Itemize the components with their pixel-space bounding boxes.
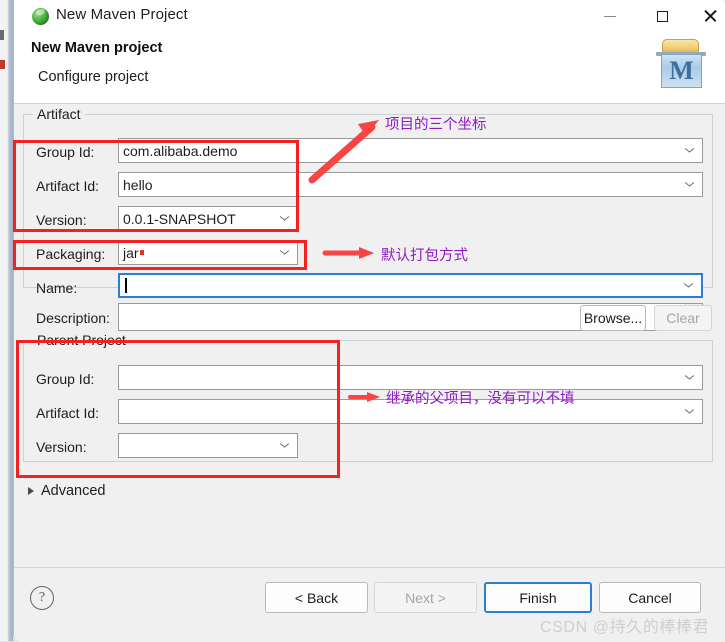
maximize-button[interactable]: [639, 0, 685, 32]
artifact-description-label: Description:: [36, 310, 110, 326]
window-title: New Maven Project: [56, 6, 188, 23]
artifact-version-value: 0.0.1-SNAPSHOT: [123, 210, 236, 227]
minimize-button[interactable]: [587, 0, 633, 32]
chevron-down-icon: [280, 216, 289, 221]
artifact-artifact-id-combo[interactable]: hello: [118, 172, 703, 197]
folder-letter: M: [661, 54, 702, 88]
chevron-down-icon: [685, 182, 694, 187]
clear-button[interactable]: Clear: [654, 305, 712, 331]
next-button[interactable]: Next >: [374, 582, 477, 613]
chevron-right-icon: [28, 487, 34, 495]
annotation-text-packaging: 默认打包方式: [381, 248, 468, 264]
artifact-packaging-combo[interactable]: jar: [118, 240, 298, 265]
back-button[interactable]: < Back: [265, 582, 368, 613]
artifact-version-label: Version:: [36, 212, 87, 228]
artifact-name-label: Name:: [36, 280, 78, 296]
minimize-icon: [604, 15, 616, 17]
advanced-section-toggle[interactable]: Advanced: [28, 483, 106, 499]
close-button[interactable]: [687, 0, 725, 32]
artifact-artifact-id-label: Artifact Id:: [36, 178, 100, 194]
browse-button[interactable]: Browse...: [580, 305, 646, 331]
chevron-down-icon: [685, 375, 694, 380]
artifact-name-combo[interactable]: [118, 273, 703, 298]
artifact-group-id-value: com.alibaba.demo: [123, 142, 238, 159]
chevron-down-icon: [685, 148, 694, 153]
artifact-group-id-label: Group Id:: [36, 144, 95, 160]
cancel-button[interactable]: Cancel: [599, 582, 701, 613]
packaging-edit-marker: [139, 250, 144, 255]
artifact-version-combo[interactable]: 0.0.1-SNAPSHOT: [118, 206, 298, 231]
new-maven-project-dialog: New Maven Project New Maven project Conf…: [13, 0, 725, 642]
parent-version-label: Version:: [36, 439, 87, 455]
ide-backdrop-strip: [0, 0, 13, 641]
artifact-packaging-value: jar: [123, 244, 139, 261]
chevron-down-icon: [280, 250, 289, 255]
page-title: New Maven project: [31, 40, 163, 56]
artifact-group-id-combo[interactable]: com.alibaba.demo: [118, 138, 703, 163]
artifact-artifact-id-value: hello: [123, 176, 153, 193]
parent-version-combo[interactable]: [118, 433, 298, 458]
maximize-icon: [656, 10, 668, 22]
dialog-body: Artifact Group Id: com.alibaba.demo Arti…: [14, 104, 725, 567]
title-bar: New Maven Project: [14, 0, 725, 36]
chevron-down-icon: [684, 283, 693, 288]
help-button[interactable]: ?: [30, 586, 54, 610]
annotation-text-parent: 继承的父项目，没有可以不填: [386, 391, 575, 407]
chevron-down-icon: [280, 443, 289, 448]
backdrop-mark-dark: [0, 30, 4, 40]
dialog-header: New Maven Project New Maven project Conf…: [14, 0, 725, 104]
text-caret: [125, 278, 127, 293]
artifact-group-title: Artifact: [33, 106, 85, 122]
page-subtitle: Configure project: [38, 69, 149, 85]
finish-button[interactable]: Finish: [484, 582, 592, 613]
parent-artifact-id-label: Artifact Id:: [36, 405, 100, 421]
close-icon: [703, 9, 717, 23]
maven-folder-icon: M: [654, 39, 710, 91]
csdn-watermark: CSDN @持久的棒棒君: [540, 619, 710, 636]
annotation-text-coordinates: 项目的三个坐标: [385, 117, 487, 133]
advanced-label: Advanced: [41, 483, 106, 499]
parent-group-id-label: Group Id:: [36, 371, 95, 387]
parent-project-group-title: Parent Project: [33, 332, 130, 348]
chevron-down-icon: [685, 409, 694, 414]
artifact-packaging-label: Packaging:: [36, 246, 106, 262]
maven-ball-icon: [32, 8, 49, 25]
backdrop-mark-red: [0, 60, 5, 69]
